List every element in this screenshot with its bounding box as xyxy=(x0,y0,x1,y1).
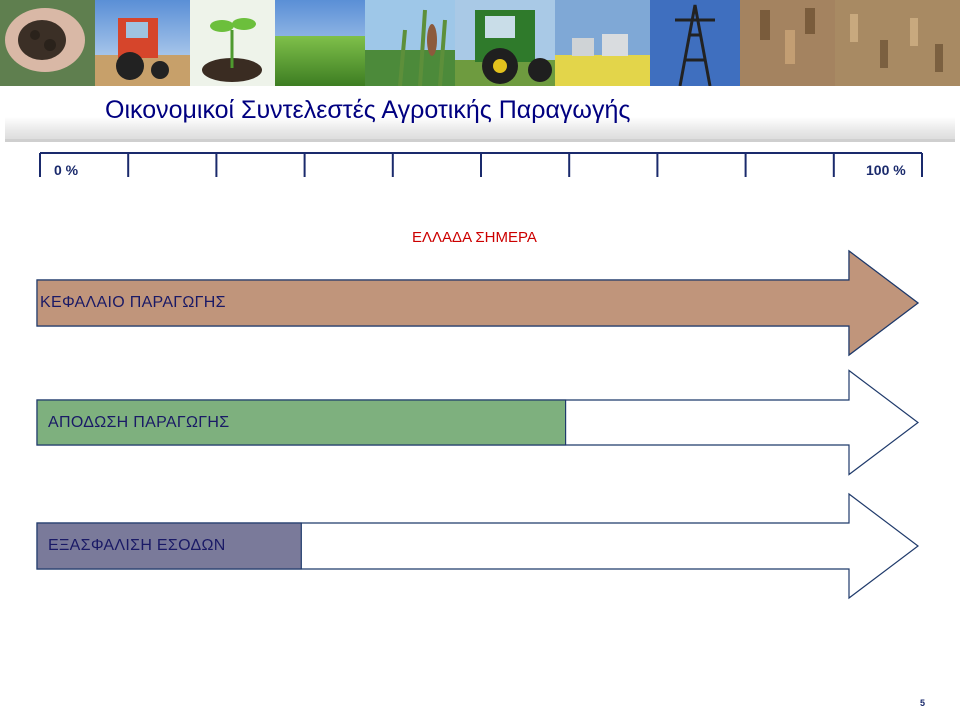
photo-banner xyxy=(0,0,960,86)
bar-label-yield: ΑΠΟΔΩΣΗ ΠΑΡΑΓΩΓΗΣ xyxy=(48,414,230,431)
bar-label-income: ΕΞΑΣΦΑΛΙΣΗ ΕΣΟΔΩΝ xyxy=(48,537,226,554)
title-underline xyxy=(5,139,955,142)
biogas-plant-photo xyxy=(555,0,650,86)
pellets-photo xyxy=(740,0,835,86)
seedling-photo xyxy=(190,0,275,86)
slide-title: Οικονομικοί Συντελεστές Αγροτικής Παραγω… xyxy=(105,96,631,124)
wood-pellets-photo xyxy=(835,0,960,86)
corn-photo xyxy=(365,0,455,86)
scale-max-label: 100 % xyxy=(866,162,906,178)
page-number: 5 xyxy=(920,698,926,708)
scale-min-label: 0 % xyxy=(54,162,79,178)
soil-hands-photo xyxy=(0,0,95,86)
green-tractor-photo xyxy=(455,0,555,86)
crop-field-photo xyxy=(275,0,365,86)
chart-title: ΕΛΛΑΔΑ ΣΗΜΕΡΑ xyxy=(412,229,537,246)
bar-label-capital: ΚΕΦΑΛΑΙΟ ΠΑΡΑΓΩΓΗΣ xyxy=(40,294,226,311)
power-pylon-photo xyxy=(650,0,740,86)
tractor-photo xyxy=(95,0,190,86)
